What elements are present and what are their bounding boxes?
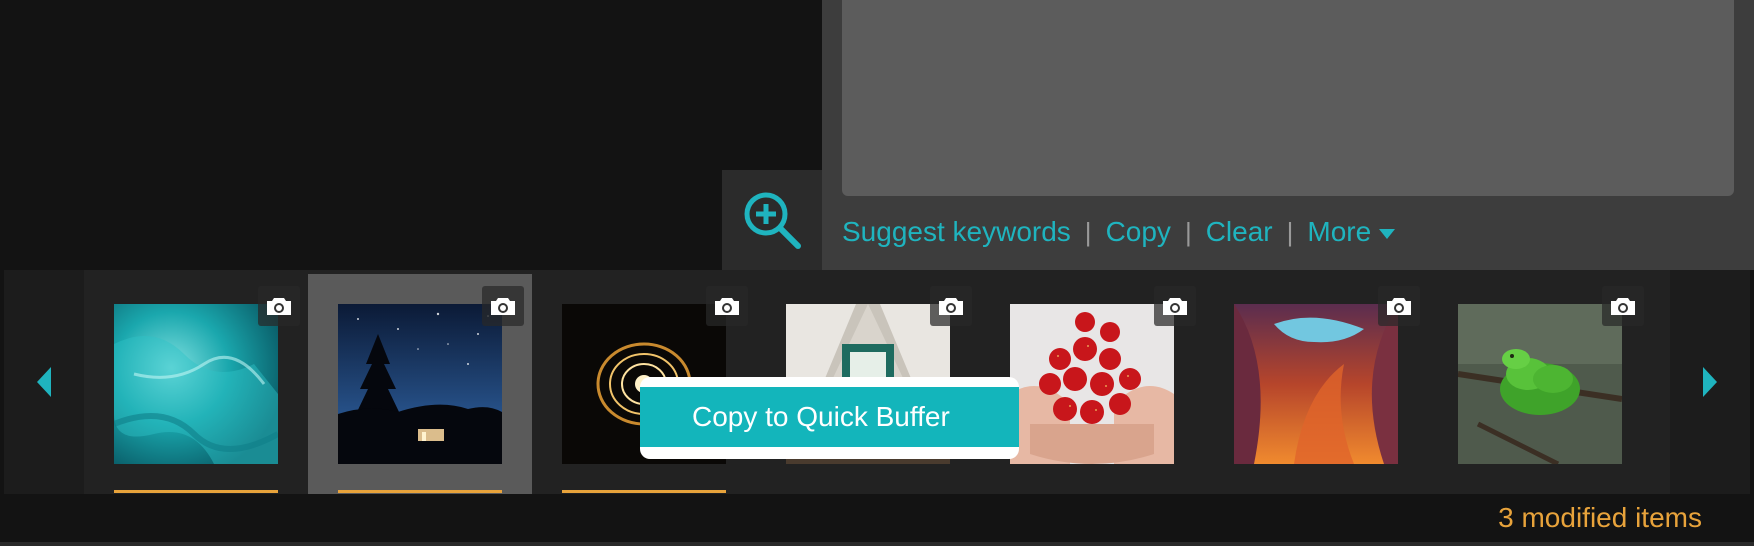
- filmstrip-prev-button[interactable]: [4, 270, 84, 494]
- filmstrip-next-button[interactable]: [1670, 270, 1750, 494]
- modified-indicator: [114, 490, 278, 493]
- thumbnail-image: [1010, 304, 1174, 464]
- copy-link[interactable]: Copy: [1106, 216, 1171, 248]
- thumbnail-image: [1234, 304, 1398, 464]
- camera-badge: [258, 286, 300, 326]
- camera-badge: [706, 286, 748, 326]
- more-label: More: [1307, 216, 1372, 247]
- thumbnail-tile[interactable]: [1204, 274, 1428, 494]
- thumbnail-tile[interactable]: [84, 274, 308, 494]
- camera-icon: [1387, 298, 1411, 315]
- preview-area: [0, 0, 822, 270]
- chevron-down-icon: [1379, 228, 1396, 239]
- thumbnail-image: [338, 304, 502, 464]
- camera-icon: [267, 298, 291, 315]
- separator: |: [1184, 216, 1192, 247]
- triangle-right-icon: [1703, 367, 1717, 397]
- app-window: Suggest keywords | Copy | Clear | More C…: [0, 0, 1754, 546]
- modified-indicator: [338, 490, 502, 493]
- camera-icon: [715, 298, 739, 315]
- camera-badge: [1378, 286, 1420, 326]
- thumbnail-tile[interactable]: [1428, 274, 1652, 494]
- thumbnail-tile-selected[interactable]: [308, 274, 532, 494]
- thumbnail-image: [1458, 304, 1622, 464]
- copy-to-quick-buffer-button[interactable]: Copy to Quick Buffer: [640, 387, 1019, 447]
- camera-badge: [482, 286, 524, 326]
- window-bottom-border: [0, 542, 1754, 546]
- keyword-actions: Suggest keywords | Copy | Clear | More: [842, 212, 1396, 252]
- triangle-left-icon: [37, 367, 51, 397]
- clear-link[interactable]: Clear: [1206, 216, 1273, 248]
- suggest-keywords-link[interactable]: Suggest keywords: [842, 216, 1071, 248]
- camera-icon: [939, 298, 963, 315]
- zoom-in-icon: [744, 192, 801, 249]
- status-bar: 3 modified items: [0, 494, 1754, 542]
- keywords-field[interactable]: [842, 0, 1734, 196]
- thumbnail-image: [114, 304, 278, 464]
- separator: |: [1286, 216, 1294, 247]
- camera-icon: [1611, 298, 1635, 315]
- more-dropdown[interactable]: More: [1307, 216, 1396, 248]
- zoom-button[interactable]: [722, 170, 822, 270]
- modified-indicator: [562, 490, 726, 493]
- keywords-panel: Suggest keywords | Copy | Clear | More: [822, 0, 1754, 270]
- separator: |: [1084, 216, 1092, 247]
- camera-icon: [1163, 298, 1187, 315]
- camera-icon: [491, 298, 515, 315]
- camera-badge: [930, 286, 972, 326]
- copy-to-quick-buffer-popup[interactable]: Copy to Quick Buffer: [640, 377, 1019, 459]
- camera-badge: [1602, 286, 1644, 326]
- modified-items-count: 3 modified items: [1498, 502, 1702, 533]
- camera-badge: [1154, 286, 1196, 326]
